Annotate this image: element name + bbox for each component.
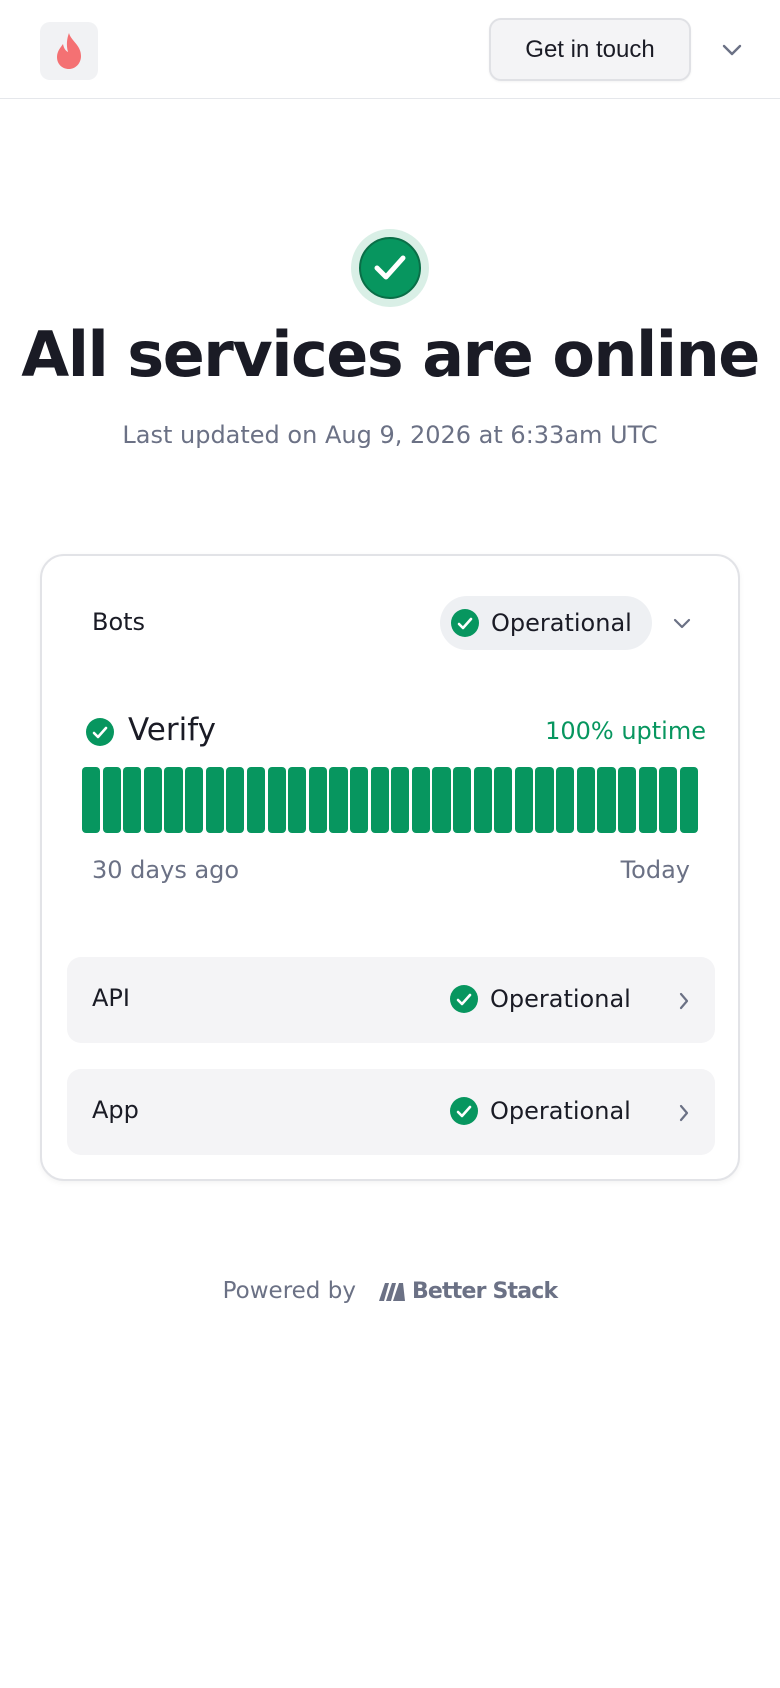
uptime-bar-day[interactable] <box>349 767 369 833</box>
uptime-bar-day[interactable] <box>267 767 286 833</box>
service-row-status-label: Operational <box>490 985 631 1013</box>
uptime-bar-day[interactable] <box>617 767 637 833</box>
service-row-app[interactable]: App Operational <box>67 1069 715 1155</box>
service-row-status: Operational <box>450 985 631 1013</box>
service-name: Verify <box>128 712 216 748</box>
uptime-bar-day[interactable] <box>246 767 266 833</box>
service-row-name: App <box>92 1096 139 1124</box>
status-card: Bots Operational Verify 100% uptime 30 d… <box>40 554 740 1181</box>
range-end-label: Today <box>620 856 690 884</box>
last-updated: Last updated on Aug 9, 2026 at 6:33am UT… <box>122 421 658 449</box>
uptime-bar-day[interactable] <box>185 767 204 833</box>
brand-name: Better Stack <box>411 1278 558 1304</box>
powered-by-label: Powered by <box>222 1278 356 1304</box>
check-icon <box>86 718 114 746</box>
better-stack-link[interactable]: Better Stack <box>378 1278 558 1304</box>
check-icon <box>451 609 479 637</box>
service-row-status: Operational <box>450 1097 631 1125</box>
uptime-bar-day[interactable] <box>514 767 534 833</box>
uptime-bar-day[interactable] <box>659 767 678 833</box>
uptime-bar-day[interactable] <box>370 767 389 833</box>
uptime-bar-day[interactable] <box>226 767 245 833</box>
page-title: All services are online <box>21 318 760 391</box>
uptime-bar-day[interactable] <box>329 767 348 833</box>
uptime-bar-day[interactable] <box>679 767 698 833</box>
uptime-label: 100% uptime <box>545 717 706 745</box>
service-header: Verify 100% uptime <box>86 712 706 750</box>
uptime-bar-day[interactable] <box>288 767 307 833</box>
chevron-down-icon[interactable] <box>718 40 746 60</box>
uptime-bar-day[interactable] <box>205 767 224 833</box>
uptime-bar-day[interactable] <box>535 767 554 833</box>
uptime-bar-day[interactable] <box>123 767 142 833</box>
group-status-label: Operational <box>491 609 632 637</box>
uptime-bar-day[interactable] <box>473 767 492 833</box>
service-row-status-label: Operational <box>490 1097 631 1125</box>
footer: Powered by Better Stack <box>0 1274 780 1308</box>
uptime-bar-day[interactable] <box>556 767 575 833</box>
uptime-bar-day[interactable] <box>453 767 472 833</box>
uptime-bar-day[interactable] <box>164 767 183 833</box>
uptime-bar-day[interactable] <box>143 767 163 833</box>
uptime-bar-day[interactable] <box>391 767 410 833</box>
chevron-right-icon[interactable] <box>676 1103 692 1123</box>
home-logo[interactable] <box>40 22 98 80</box>
uptime-bar-day[interactable] <box>638 767 657 833</box>
uptime-bar-day[interactable] <box>82 767 101 833</box>
uptime-bar-day[interactable] <box>432 767 451 833</box>
chevron-right-icon[interactable] <box>676 991 692 1011</box>
top-bar: Get in touch <box>0 0 780 99</box>
uptime-bar-day[interactable] <box>102 767 121 833</box>
chevron-down-icon[interactable] <box>670 614 694 632</box>
service-row-name: API <box>92 984 130 1012</box>
uptime-bar-day[interactable] <box>411 767 431 833</box>
check-circle-icon <box>351 229 429 307</box>
service-row-api[interactable]: API Operational <box>67 957 715 1043</box>
check-icon <box>450 1097 478 1125</box>
uptime-bars <box>82 767 698 833</box>
flame-icon <box>57 33 81 69</box>
uptime-bar-day[interactable] <box>308 767 327 833</box>
group-status-badge: Operational <box>440 596 652 650</box>
uptime-bar-day[interactable] <box>597 767 616 833</box>
range-start-label: 30 days ago <box>92 856 240 884</box>
uptime-bar-day[interactable] <box>494 767 513 833</box>
uptime-bar-day[interactable] <box>576 767 595 833</box>
get-in-touch-button[interactable]: Get in touch <box>489 18 691 81</box>
group-name: Bots <box>92 608 146 636</box>
better-stack-logo-icon <box>378 1283 405 1301</box>
check-icon <box>450 985 478 1013</box>
